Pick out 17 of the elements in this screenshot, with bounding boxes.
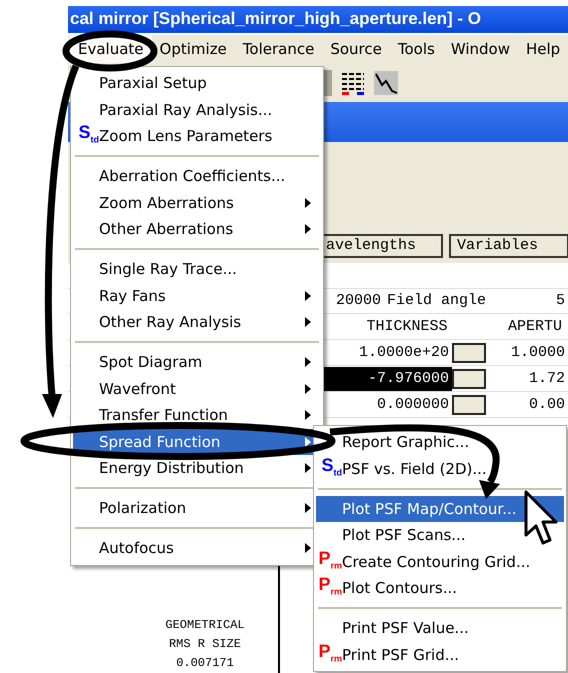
badge-text: S$_{td}$	[78, 123, 99, 148]
plot-label: RMS R SIZE	[168, 636, 242, 653]
table-cell-text: 0.00	[528, 394, 566, 415]
column-header: APERTU	[507, 316, 564, 337]
badge-text: P$_{rm}$	[318, 642, 342, 666]
table-cell-text: 1.0000	[510, 342, 566, 363]
plot-label: 0.007171	[175, 655, 235, 672]
badge-text: S$_{td}$	[321, 456, 342, 480]
window-title: cal mirror [Spherical_mirror_high_aperture.len] - O	[69, 9, 481, 30]
table-cell-text: 5	[554, 290, 566, 311]
table-cell-text: 1.72	[528, 368, 566, 389]
table-cell-text: Field angle	[386, 290, 488, 311]
plot-label: GEOMETRICAL	[164, 617, 246, 634]
badge-text: P$_{rm}$	[318, 548, 342, 573]
table-cell-text: 20000	[334, 290, 382, 311]
column-header: THICKNESS	[365, 316, 448, 337]
badge-text: P$_{rm}$	[318, 575, 342, 600]
